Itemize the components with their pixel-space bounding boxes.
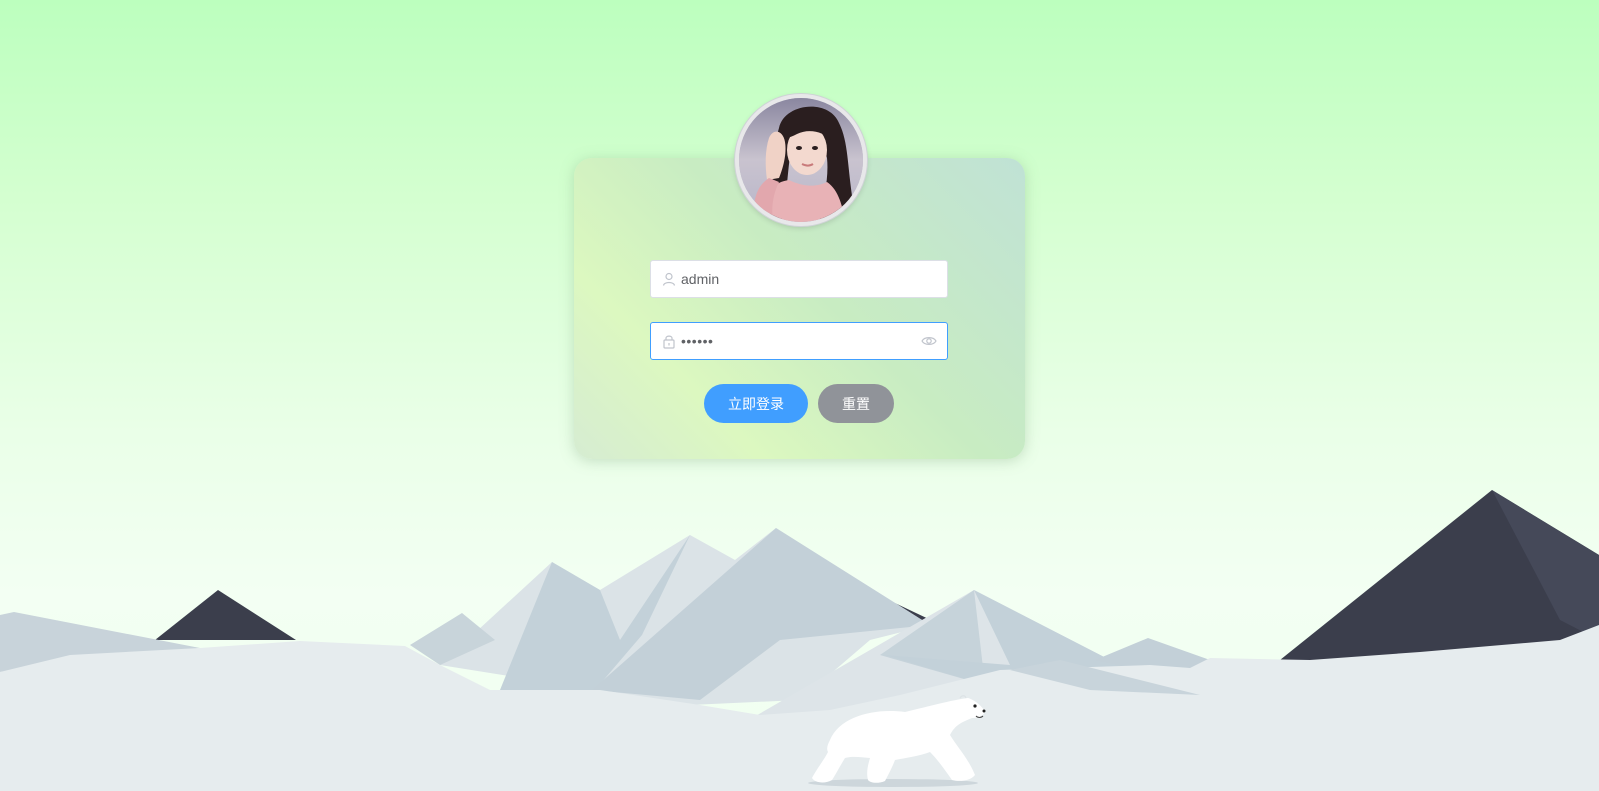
username-field[interactable]: [650, 260, 948, 298]
password-field[interactable]: [650, 322, 948, 360]
username-input[interactable]: [681, 261, 911, 297]
avatar: [735, 94, 867, 226]
dark-peak-left: [155, 590, 296, 640]
reset-button[interactable]: 重置: [818, 384, 894, 423]
avatar-portrait-image: [739, 98, 863, 222]
lock-icon: [663, 335, 675, 349]
login-button[interactable]: 立即登录: [704, 384, 808, 423]
eye-icon[interactable]: [921, 334, 937, 348]
login-page: 立即登录 重置: [0, 0, 1599, 791]
password-input[interactable]: [681, 323, 911, 359]
user-icon: [662, 272, 676, 286]
